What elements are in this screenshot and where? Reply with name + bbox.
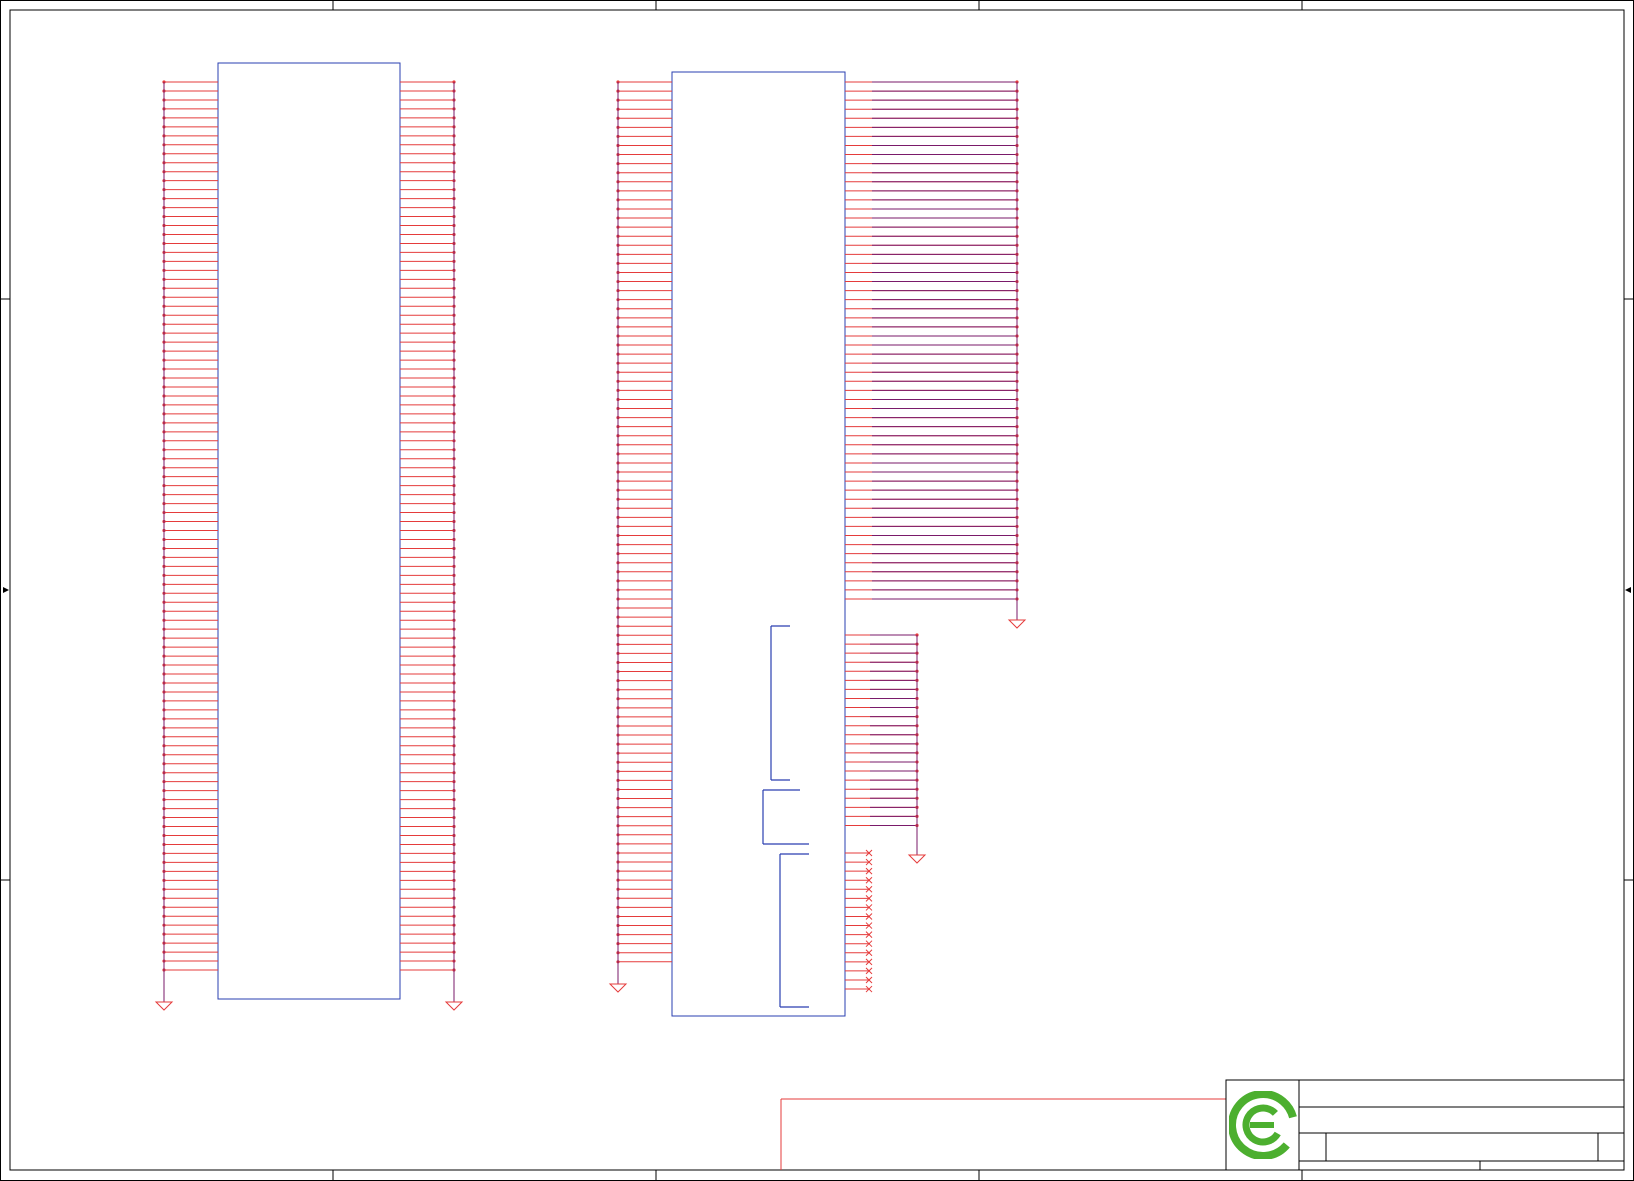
ground-symbol bbox=[444, 1001, 464, 1011]
zone-marker-right bbox=[1625, 587, 1631, 593]
ground-symbol bbox=[907, 854, 927, 864]
ground-symbol bbox=[1007, 619, 1027, 629]
schematic-drawing bbox=[0, 0, 1634, 1181]
ground-symbol bbox=[154, 1001, 174, 1011]
zone-marker-left bbox=[3, 587, 9, 593]
inner-frame bbox=[9, 9, 1625, 1171]
company-logo-green-e-icon bbox=[1228, 1090, 1298, 1160]
schematic-canvas bbox=[0, 0, 1634, 1181]
outer-frame bbox=[0, 0, 1634, 1181]
ground-symbol bbox=[608, 983, 628, 993]
connector-left-body bbox=[217, 62, 401, 1000]
connector-right-body bbox=[671, 71, 846, 1017]
